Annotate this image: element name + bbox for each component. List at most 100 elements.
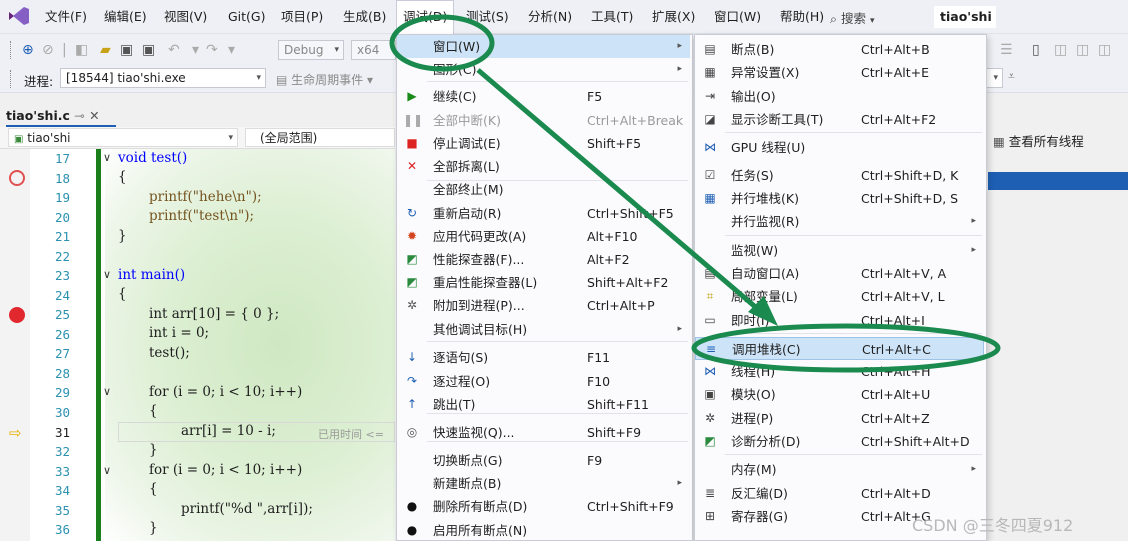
glyph-margin[interactable]: [0, 149, 30, 541]
menu-item[interactable]: ❚❚ 全部中断(K) Ctrl+Alt+Break: [397, 109, 690, 132]
menu-item[interactable]: ☑ 任务(S) Ctrl+Shift+D, K: [695, 164, 984, 187]
menu-item[interactable]: ≡ 调用堆栈(C) Ctrl+Alt+C: [695, 337, 984, 360]
close-icon[interactable]: ✕: [89, 108, 99, 123]
menu-project[interactable]: 项目(P): [281, 0, 323, 34]
open-folder-icon[interactable]: ▰: [100, 41, 111, 59]
menu-bar: 文件(F) 编辑(E) 视图(V) Git(G) 项目(P) 生成(B) 调试(…: [0, 0, 1128, 34]
code-editor[interactable]: ⇨ 17 18 19 20 21 22 23 24 25 26 27 28 29…: [0, 149, 395, 541]
project-combo[interactable]: ▣ tiao'shi ▾: [8, 128, 238, 147]
toolbar-icon[interactable]: ☰: [1000, 41, 1013, 59]
process-combo[interactable]: [18544] tiao'shi.exe ▾: [60, 68, 266, 88]
search-box[interactable]: ⌕ 搜索 ▾: [830, 8, 875, 26]
menu-item[interactable]: 内存(M) ▸: [695, 458, 984, 481]
menu-item[interactable]: 并行监视(R) ▸: [695, 210, 984, 233]
pin-icon[interactable]: ⊸: [74, 108, 84, 123]
menu-item[interactable]: ● 启用所有断点(N): [397, 519, 690, 541]
menu-item[interactable]: ↻ 重新启动(R) Ctrl+Shift+F5: [397, 202, 690, 225]
menu-item[interactable]: 窗口(W) ▸: [397, 35, 690, 58]
menu-item[interactable]: ▣ 模块(O) Ctrl+Alt+U: [695, 383, 984, 406]
menu-item[interactable]: ✹ 应用代码更改(A) Alt+F10: [397, 225, 690, 248]
menu-item[interactable]: ⌗ 局部变量(L) Ctrl+Alt+V, L: [695, 285, 984, 308]
menu-item[interactable]: ▤ 自动窗口(A) Ctrl+Alt+V, A: [695, 262, 984, 285]
menu-item[interactable]: ↓ 逐语句(S) F11: [397, 346, 690, 369]
lifecycle-icon: ▤: [276, 73, 292, 87]
menu-item[interactable]: ↷ 逐过程(O) F10: [397, 370, 690, 393]
overflow-icon[interactable]: ⩡: [1008, 69, 1015, 84]
menu-item[interactable]: ● 删除所有断点(D) Ctrl+Shift+F9: [397, 495, 690, 518]
redo-icon[interactable]: ↷: [206, 41, 218, 59]
menu-help[interactable]: 帮助(H): [780, 0, 824, 34]
bookmark-icon[interactable]: ▯: [1032, 41, 1040, 59]
menu-item[interactable]: 切换断点(G) F9: [397, 449, 690, 472]
menu-item[interactable]: ■ 停止调试(E) Shift+F5: [397, 132, 690, 155]
menu-item[interactable]: 新建断点(B) ▸: [397, 472, 690, 495]
menu-file[interactable]: 文件(F): [45, 0, 87, 34]
scope-combo[interactable]: (全局范围): [245, 128, 395, 147]
new-item-icon[interactable]: ◧: [75, 41, 88, 59]
save-all-icon[interactable]: ▣: [142, 41, 155, 59]
code-line: int main(): [118, 267, 186, 283]
tab-title: tiao'shi.c: [6, 108, 70, 123]
fold-chevron-icon[interactable]: ∨: [103, 268, 111, 281]
menu-edit[interactable]: 编辑(E): [104, 0, 147, 34]
back-icon[interactable]: ⊕: [22, 41, 34, 59]
platform-combo[interactable]: x64: [351, 40, 396, 60]
dropdown-icon[interactable]: ▾: [192, 41, 199, 59]
undo-icon[interactable]: ↶: [168, 41, 180, 59]
menu-item[interactable]: ◩ 重启性能探查器(L) Shift+Alt+F2: [397, 271, 690, 294]
dropdown-icon[interactable]: ▾: [228, 41, 235, 59]
menu-item[interactable]: ◪ 显示诊断工具(T) Ctrl+Alt+F2: [695, 108, 984, 131]
fold-chevron-icon[interactable]: ∨: [103, 151, 111, 164]
menu-item[interactable]: ▶ 继续(C) F5: [397, 85, 690, 108]
fold-chevron-icon[interactable]: ∨: [103, 385, 111, 398]
menu-item[interactable]: ▦ 异常设置(X) Ctrl+Alt+E: [695, 61, 984, 84]
menu-git[interactable]: Git(G): [228, 0, 266, 34]
menu-item[interactable]: ▦ 并行堆栈(K) Ctrl+Shift+D, S: [695, 187, 984, 210]
menu-item[interactable]: ≣ 反汇编(D) Ctrl+Alt+D: [695, 482, 984, 505]
profiler-icon: ◩: [406, 252, 418, 266]
document-tab[interactable]: tiao'shi.c ⊸ ✕: [6, 105, 100, 127]
menu-item[interactable]: ✲ 附加到进程(P)... Ctrl+Alt+P: [397, 294, 690, 317]
menu-tools[interactable]: 工具(T): [591, 0, 633, 34]
menu-item[interactable]: 全部终止(M): [397, 178, 690, 201]
menu-item[interactable]: 监视(W) ▸: [695, 239, 984, 262]
menu-analyze[interactable]: 分析(N): [528, 0, 572, 34]
line-number: 24: [54, 288, 70, 303]
menu-test[interactable]: 测试(S): [466, 0, 509, 34]
menu-item[interactable]: ▭ 即时(I) Ctrl+Alt+I: [695, 309, 984, 332]
line-number: 21: [54, 229, 70, 244]
bookmark-clear-icon[interactable]: ◫: [1098, 41, 1111, 59]
menu-item[interactable]: 图形(C) ▸: [397, 58, 690, 81]
stack-frame-combo[interactable]: ▾: [985, 68, 1003, 88]
menu-item-shortcut: Ctrl+Shift+D, K: [861, 168, 959, 183]
fold-chevron-icon[interactable]: ∨: [103, 464, 111, 477]
forward-icon[interactable]: ⊘: [42, 41, 54, 59]
view-all-threads-button[interactable]: ▦ 查看所有线程: [993, 131, 1084, 150]
lifecycle-events-button[interactable]: ▤ 生命周期事件 ▾: [276, 71, 373, 88]
breakpoint-icon: ●: [406, 523, 418, 537]
menu-extensions[interactable]: 扩展(X): [652, 0, 695, 34]
output-icon: ⇥: [704, 89, 716, 103]
menu-item[interactable]: 其他调试目标(H) ▸: [397, 318, 690, 341]
menu-build[interactable]: 生成(B): [343, 0, 386, 34]
autos-icon: ▤: [704, 266, 716, 280]
breakpoint-disabled-icon[interactable]: [9, 170, 25, 186]
perf-tip[interactable]: 已用时间 <=: [318, 426, 384, 442]
menu-view[interactable]: 视图(V): [164, 0, 207, 34]
save-icon[interactable]: ▣: [120, 41, 133, 59]
configuration-combo[interactable]: Debug ▾: [278, 40, 344, 60]
menu-debug[interactable]: 调试(D): [396, 0, 455, 34]
menu-item[interactable]: ⇥ 输出(O): [695, 85, 984, 108]
menu-item[interactable]: ⋈ 线程(H) Ctrl+Alt+H: [695, 360, 984, 383]
menu-item[interactable]: ◩ 诊断分析(D) Ctrl+Shift+Alt+D: [695, 430, 984, 453]
menu-item[interactable]: ▤ 断点(B) Ctrl+Alt+B: [695, 38, 984, 61]
bookmark-next-icon[interactable]: ◫: [1076, 41, 1089, 59]
bookmark-prev-icon[interactable]: ◫: [1054, 41, 1067, 59]
menu-item[interactable]: ✕ 全部拆离(L): [397, 155, 690, 178]
menu-item[interactable]: ⋈ GPU 线程(U): [695, 136, 984, 159]
menu-item[interactable]: ✲ 进程(P) Ctrl+Alt+Z: [695, 407, 984, 430]
menu-item[interactable]: ◩ 性能探查器(F)... Alt+F2: [397, 248, 690, 271]
menu-window[interactable]: 窗口(W): [714, 0, 761, 34]
breakpoint-icon[interactable]: [9, 307, 25, 323]
line-number: 35: [54, 503, 70, 518]
